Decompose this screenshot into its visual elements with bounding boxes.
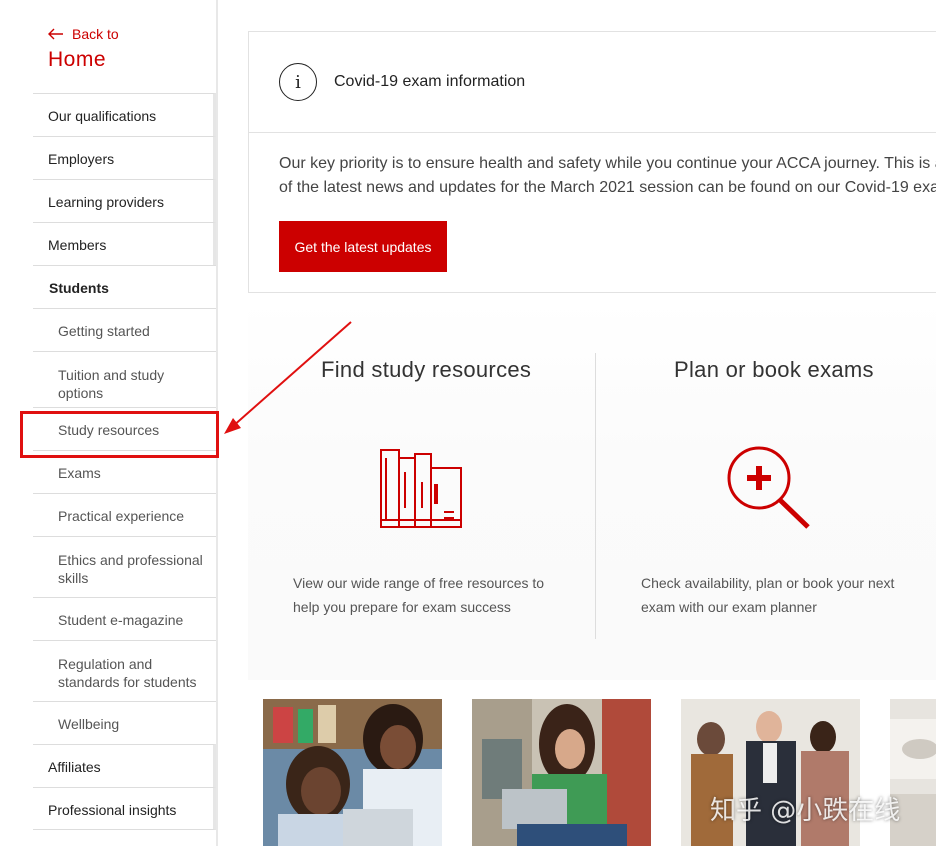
sidebar-item-student-e-magazine[interactable]: Student e-magazine: [33, 597, 216, 640]
covid-text-line-2: of the latest news and updates for the M…: [279, 179, 936, 196]
sidebar-item-practical-experience[interactable]: Practical experience: [33, 493, 216, 536]
feature-panel-divider: [595, 353, 596, 639]
plan-or-book-exams-link[interactable]: Plan or book exams: [674, 357, 874, 383]
watermark-text: 知乎 @小跌在线: [710, 796, 901, 826]
sidebar-nav: Our qualifications Employers Learning pr…: [33, 93, 216, 830]
home-link[interactable]: Home: [48, 48, 106, 72]
sidebar-item-affiliates[interactable]: Affiliates: [33, 744, 216, 787]
covid-card-title: Covid-19 exam information: [334, 73, 526, 90]
sidebar-item-wellbeing[interactable]: Wellbeing: [33, 701, 216, 744]
sidebar-item-students[interactable]: Students: [33, 265, 216, 308]
feature-1-line-1: View our wide range of free resources to: [293, 575, 545, 591]
books-icon: [380, 449, 462, 528]
find-study-resources-link[interactable]: Find study resources: [321, 357, 531, 383]
magnifier-plus-icon: [727, 446, 810, 529]
covid-card-header[interactable]: i Covid-19 exam information: [249, 32, 936, 133]
sidebar-item-tuition-and-study-options[interactable]: Tuition and study options: [33, 351, 216, 407]
covid-card-text: Our key priority is to ensure health and…: [279, 152, 936, 200]
plan-or-book-exams-text: Check availability, plan or book your ne…: [641, 571, 894, 619]
sidebar-item-professional-insights[interactable]: Professional insights: [33, 787, 216, 830]
covid-text-line-1: Our key priority is to ensure health and…: [279, 155, 936, 172]
feature-2-line-2: exam with our exam planner: [641, 599, 817, 615]
arrow-left-icon: [48, 28, 63, 40]
feature-1-line-2: help you prepare for exam success: [293, 599, 511, 615]
sidebar-item-regulation-and-standards[interactable]: Regulation and standards for students: [33, 640, 216, 701]
sidebar-item-members[interactable]: Members: [33, 222, 216, 265]
photo-students-laughing[interactable]: [263, 699, 442, 846]
sidebar-item-our-qualifications[interactable]: Our qualifications: [33, 93, 216, 136]
back-label: Back to: [72, 26, 119, 42]
annotation-highlight-box: [20, 411, 219, 458]
get-latest-updates-button[interactable]: Get the latest updates: [279, 221, 447, 272]
sidebar-item-getting-started[interactable]: Getting started: [33, 308, 216, 351]
covid-info-card: i Covid-19 exam information Our key prio…: [248, 31, 936, 293]
sidebar-item-learning-providers[interactable]: Learning providers: [33, 179, 216, 222]
back-link[interactable]: Back to: [48, 26, 119, 42]
feature-2-line-1: Check availability, plan or book your ne…: [641, 575, 895, 591]
sidebar-item-employers[interactable]: Employers: [33, 136, 216, 179]
find-study-resources-text: View our wide range of free resources to…: [293, 571, 544, 619]
sidebar-item-ethics-and-professional-skills[interactable]: Ethics and professional skills: [33, 536, 216, 597]
info-icon: i: [279, 63, 317, 101]
photo-student-laptop[interactable]: [472, 699, 651, 846]
